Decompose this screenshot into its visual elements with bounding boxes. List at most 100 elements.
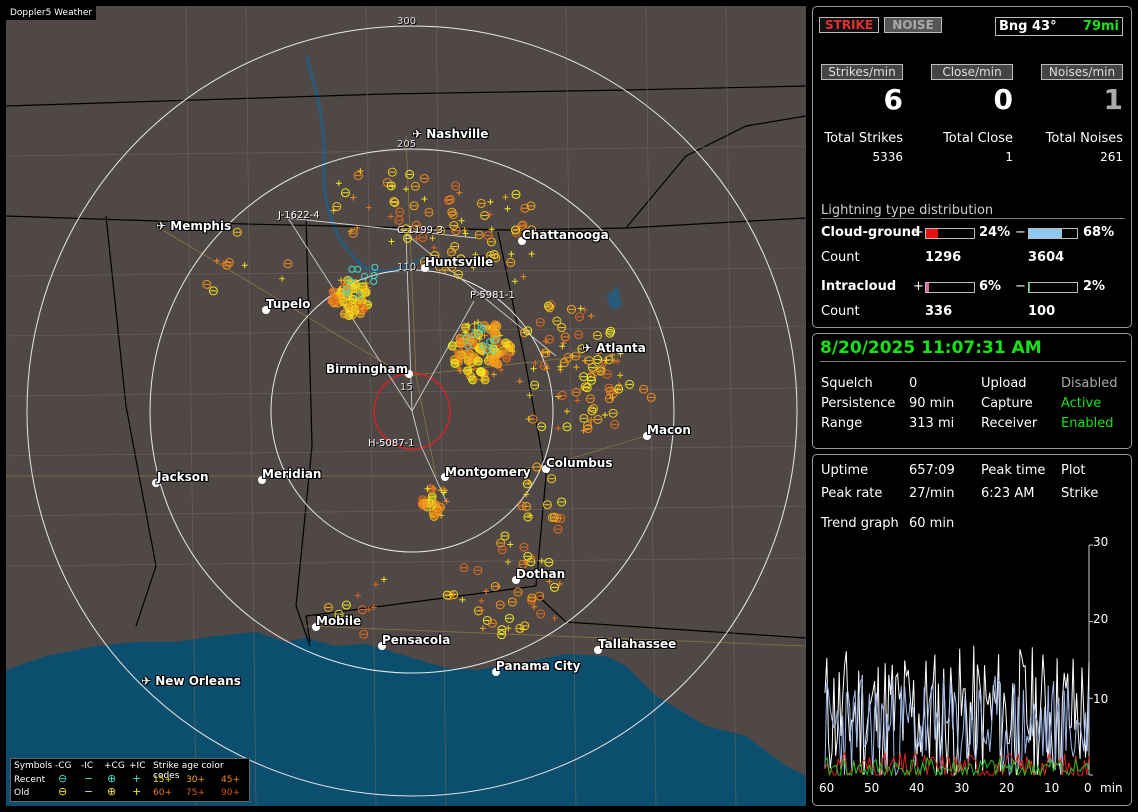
trend-graph-value[interactable]: 60 min: [909, 516, 954, 531]
legend-col: -CG: [55, 761, 72, 771]
strike-marker: [588, 312, 595, 319]
upload-value: Disabled: [1061, 376, 1118, 391]
x-tick: 60: [819, 781, 835, 795]
city-meridian[interactable]: Meridian: [262, 467, 321, 481]
sensor-label: H-5087-1: [368, 438, 415, 449]
strike-marker: [579, 372, 589, 382]
upload-label: Upload: [981, 376, 1027, 391]
total-close-label: Total Close: [943, 131, 1013, 146]
legend-old-label: Old: [14, 788, 30, 798]
range-value: 313 mi: [909, 416, 955, 431]
close-per-min-button[interactable]: Close/min: [931, 64, 1013, 80]
x-tick: 40: [909, 781, 925, 795]
city-tallahassee[interactable]: Tallahassee: [598, 637, 676, 651]
legend-col: +CG: [104, 761, 125, 771]
strikes-per-min-value: 6: [883, 83, 903, 116]
strike-marker: [625, 379, 635, 389]
strike-marker: [232, 227, 242, 237]
strike-marker: [387, 167, 397, 177]
city-dothan[interactable]: Dothan: [516, 567, 565, 581]
strike-marker: [213, 257, 220, 264]
strike-marker: [495, 600, 505, 610]
strike-marker: [341, 600, 351, 610]
x-tick: 0: [1084, 781, 1092, 795]
strike-marker: [410, 181, 420, 191]
x-tick: 30: [954, 781, 970, 795]
symbol-legend: Symbols -CG -IC +CG +IC Strike age color…: [10, 758, 250, 802]
strike-marker: [456, 339, 466, 349]
strike-marker: [348, 228, 358, 238]
city-tupelo[interactable]: Tupelo: [266, 297, 311, 311]
strike-marker: [542, 500, 552, 510]
minus-ic-icon: −: [84, 772, 94, 785]
lightning-map[interactable]: Doppler5 Weather 300 205 110 15 J-1622-4…: [6, 6, 806, 806]
plus-cg-icon: ⊕: [107, 785, 117, 798]
legend-recent-label: Recent: [14, 775, 46, 785]
strike-marker: [462, 230, 469, 237]
minus-ic-icon: −: [84, 785, 94, 798]
city-columbus[interactable]: Columbus: [546, 456, 613, 470]
strike-marker: [585, 394, 595, 404]
city-nashville[interactable]: ✈ Nashville: [412, 127, 488, 141]
strike-marker: [473, 356, 483, 366]
strike-marker: [504, 205, 511, 212]
plot-value[interactable]: Strike: [1061, 486, 1098, 501]
city-new-orleans[interactable]: ✈ New Orleans: [141, 674, 241, 688]
x-tick: 50: [864, 781, 880, 795]
strike-marker: [443, 498, 450, 505]
strike-marker: [344, 303, 354, 313]
strike-marker: [592, 330, 602, 340]
close-per-min-value: 0: [993, 83, 1013, 116]
persistence-value: 90 min: [909, 396, 955, 411]
legend-symbols-label: Symbols: [14, 761, 53, 771]
ic-marker: [348, 265, 356, 273]
city-panama-city[interactable]: Panama City: [496, 659, 580, 673]
city-huntsville[interactable]: Huntsville: [425, 255, 493, 269]
strike-marker: [395, 207, 405, 217]
trend-graph-label: Trend graph: [821, 516, 899, 531]
city-memphis[interactable]: ✈ Memphis: [156, 219, 231, 233]
noise-mode-button[interactable]: NOISE: [884, 17, 942, 33]
age-code: 60+: [153, 788, 172, 798]
strike-marker: [551, 615, 558, 622]
airport-icon: ✈: [141, 674, 152, 688]
strike-marker: [519, 542, 529, 552]
strike-marker: [522, 479, 532, 489]
strike-mode-button[interactable]: STRIKE: [819, 17, 879, 33]
strike-marker: [530, 365, 537, 372]
strike-marker: [451, 181, 461, 191]
strikes-per-min-button[interactable]: Strikes/min: [821, 64, 903, 80]
city-macon[interactable]: Macon: [647, 423, 691, 437]
map-canvas: [6, 6, 806, 806]
strike-marker: [515, 623, 525, 633]
city-montgomery[interactable]: Montgomery: [445, 465, 531, 479]
strike-marker: [486, 237, 496, 247]
noises-per-min-button[interactable]: Noises/min: [1041, 64, 1123, 80]
current-datetime: 8/20/2025 11:07:31 AM: [820, 338, 1042, 358]
y-tick-10: 10: [1093, 692, 1109, 706]
strike-marker: [405, 169, 415, 179]
strike-marker: [544, 334, 554, 344]
city-jackson[interactable]: Jackson: [157, 470, 209, 484]
strike-marker: [604, 355, 614, 365]
cg-negative-count: 3604: [1028, 250, 1065, 265]
sensor-label: J-1622-4: [278, 210, 320, 221]
strike-marker: [387, 213, 394, 220]
city-mobile[interactable]: Mobile: [316, 614, 361, 628]
minus-sign: −: [1015, 279, 1026, 294]
strike-marker: [328, 287, 338, 297]
city-pensacola[interactable]: Pensacola: [382, 633, 450, 647]
city-chattanooga[interactable]: Chattanooga: [522, 228, 609, 242]
city-atlanta[interactable]: ✈ Atlanta: [582, 341, 646, 355]
strike-marker: [476, 367, 486, 377]
cg-positive-pct: 24%: [979, 225, 1011, 240]
strike-marker: [535, 591, 545, 601]
city-birmingham[interactable]: Birmingham: [326, 362, 408, 376]
strike-marker: [517, 501, 527, 511]
airport-icon: ✈: [156, 219, 167, 233]
strike-marker: [573, 364, 580, 371]
age-code: 15+: [153, 775, 172, 785]
strike-marker: [241, 262, 248, 269]
minus-sign: −: [1015, 225, 1026, 240]
strike-marker: [330, 207, 337, 214]
